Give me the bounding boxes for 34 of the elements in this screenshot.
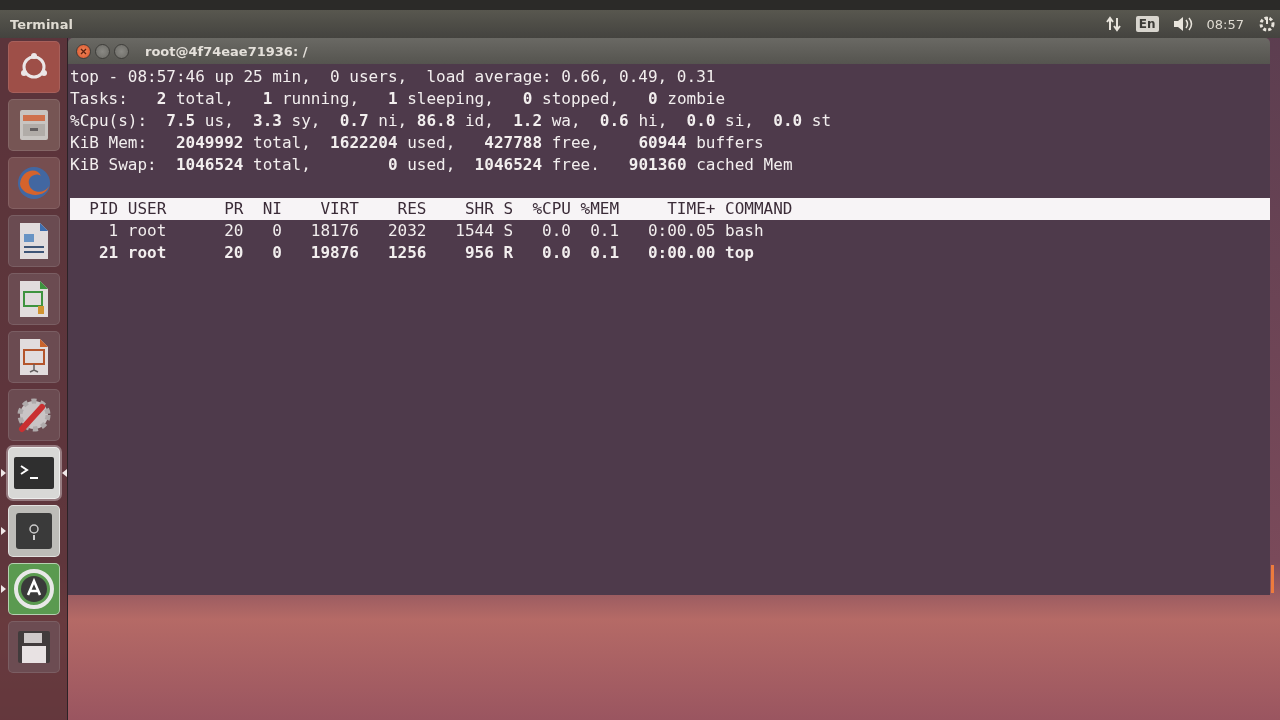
launcher-item[interactable] bbox=[7, 41, 60, 93]
launcher-item[interactable] bbox=[7, 99, 60, 151]
launcher-item[interactable] bbox=[7, 505, 60, 557]
launcher-item[interactable] bbox=[7, 273, 60, 325]
launcher-item[interactable] bbox=[7, 389, 60, 441]
launcher-item[interactable] bbox=[7, 215, 60, 267]
window-title: Terminal bbox=[10, 16, 74, 32]
clock[interactable]: 08:57 bbox=[1206, 16, 1244, 32]
speaker-icon[interactable] bbox=[1172, 16, 1193, 32]
terminal-line: KiB Mem: 2049992 total, 1622204 used, 427788 free, 60944 buffers bbox=[70, 132, 765, 154]
spreadsheet-icon bbox=[17, 280, 50, 318]
launcher-item[interactable] bbox=[7, 563, 60, 615]
maximize-button[interactable] bbox=[114, 43, 129, 59]
close-button[interactable] bbox=[76, 43, 91, 59]
gear-power-icon[interactable] bbox=[1258, 15, 1276, 33]
terminal-line: KiB Swap: 1046524 total, 0 used, 1046524 free. 901360 cached Mem bbox=[70, 154, 794, 176]
launcher-item[interactable] bbox=[7, 621, 60, 673]
network-arrows-icon[interactable] bbox=[1105, 16, 1122, 32]
launcher-item[interactable] bbox=[7, 331, 60, 383]
terminal-line: %Cpu(s): 7.5 us, 3.3 sy, 0.7 ni, 86.8 id, 1.2 wa, 0.6 hi, 0.0 si, 0.0 st bbox=[70, 110, 833, 132]
keyboard-layout-indicator[interactable]: En bbox=[1135, 16, 1159, 32]
terminal-line: Tasks: 2 total, 1 running, 1 sleeping, 0 stopped, 0 zombie bbox=[70, 88, 727, 110]
presentation-icon bbox=[17, 338, 50, 376]
text-document-icon bbox=[17, 222, 50, 260]
terminal-icon bbox=[12, 456, 55, 490]
close-icon bbox=[80, 47, 87, 55]
process-row-text: 1 root 20 0 18176 2032 1544 S 0.0 0.1 0:00.05 bash bbox=[107, 220, 765, 242]
safe-icon bbox=[13, 511, 54, 551]
terminal-title: root@4f74eae71936: / bbox=[145, 43, 308, 59]
process-row-text: 21 root 20 0 19876 1256 956 R 0.0 0.1 0:00.00 top bbox=[97, 242, 755, 264]
launcher-item[interactable] bbox=[7, 447, 60, 499]
terminal-line: top - 08:57:46 up 25 min, 0 users, load average: 0.66, 0.49, 0.31 bbox=[70, 66, 717, 88]
scroll-indicator bbox=[1271, 565, 1274, 593]
minimize-button[interactable] bbox=[95, 43, 110, 59]
